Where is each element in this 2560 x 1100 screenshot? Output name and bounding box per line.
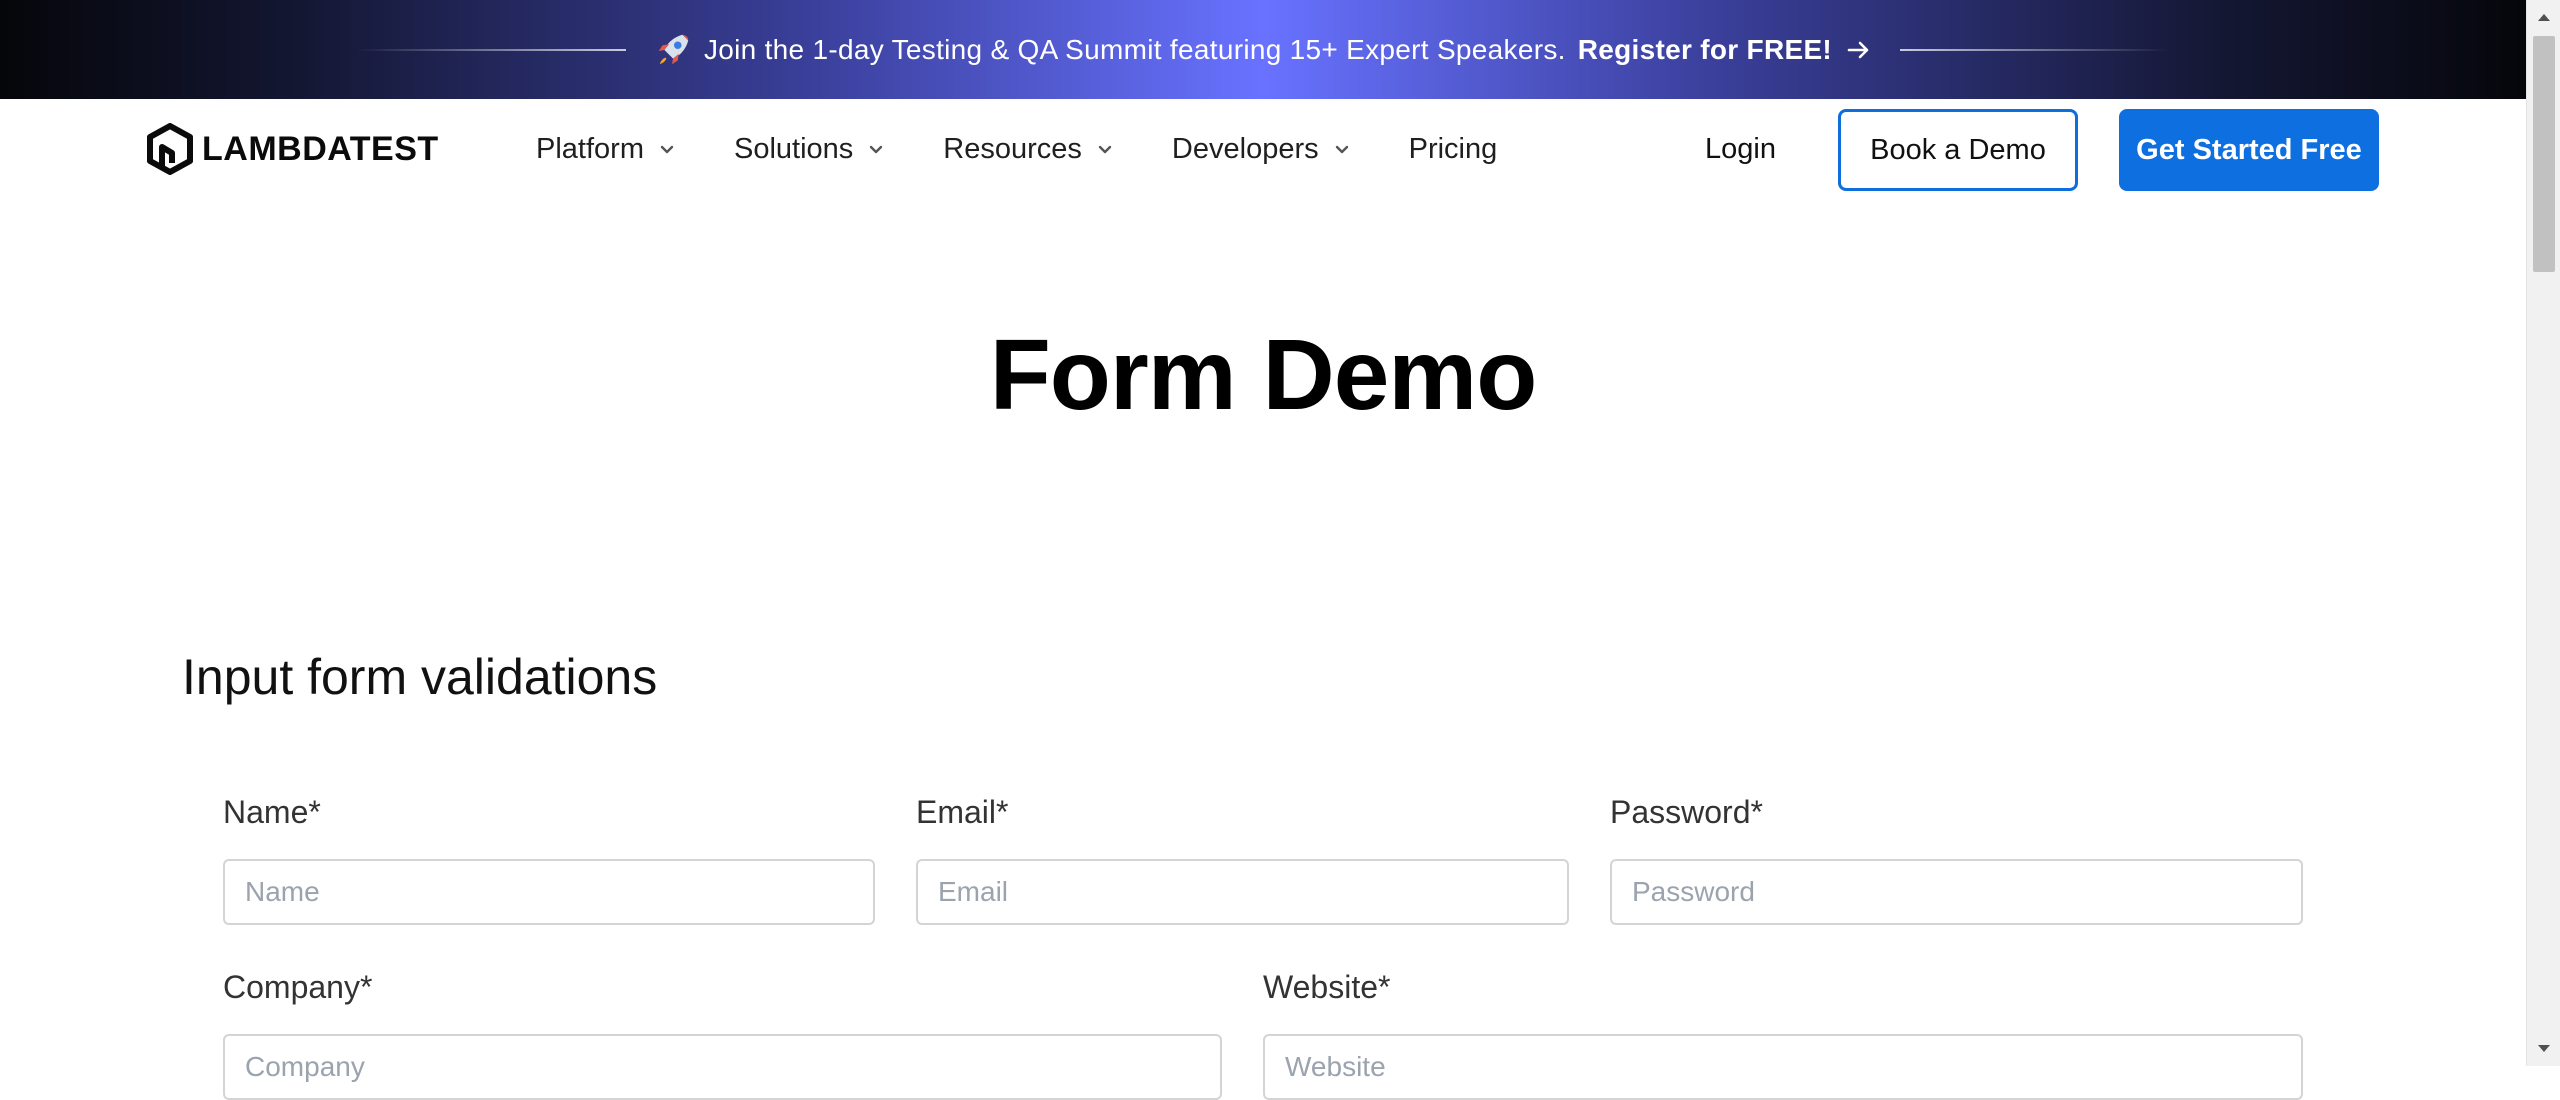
chevron-down-icon (1098, 145, 1112, 154)
page-title: Form Demo (989, 319, 1538, 431)
nav-item-label: Solutions (733, 132, 854, 165)
nav-item-label: Developers (1171, 132, 1319, 165)
lambdatest-logo[interactable]: LAMBDATEST (146, 123, 439, 175)
name-input[interactable] (223, 859, 875, 925)
site-header: LAMBDATEST Platform Solutions Resources … (0, 99, 2526, 199)
scroll-up-icon[interactable] (2527, 0, 2560, 34)
page-scrollbar[interactable] (2526, 0, 2560, 1066)
nav-item-resources[interactable]: Resources (943, 133, 1114, 166)
email-input[interactable] (916, 859, 1569, 925)
get-started-button[interactable]: Get Started Free (2119, 109, 2379, 191)
lambdatest-logo-icon (147, 123, 193, 175)
company-label: Company* (223, 969, 373, 1005)
banner-divider-left (355, 48, 626, 51)
nav-item-platform[interactable]: Platform (536, 133, 676, 166)
website-label: Website* (1263, 969, 1391, 1005)
scroll-down-icon[interactable] (2527, 1032, 2560, 1066)
name-label: Name* (223, 794, 321, 830)
company-input[interactable] (223, 1034, 1222, 1100)
book-demo-button[interactable]: Book a Demo (1838, 109, 2078, 191)
rocket-icon (658, 34, 689, 64)
main-nav: Platform Solutions Resources Developers … (536, 99, 1555, 199)
email-label: Email* (916, 794, 1009, 830)
banner-divider-right (1900, 48, 2171, 51)
scrollbar-thumb[interactable] (2533, 36, 2555, 272)
chevron-down-icon (1335, 145, 1348, 154)
nav-item-solutions[interactable]: Solutions (734, 133, 885, 166)
nav-item-pricing[interactable]: Pricing (1409, 133, 1498, 166)
chevron-down-icon (870, 145, 883, 154)
nav-item-developers[interactable]: Developers (1172, 133, 1351, 166)
nav-item-label: Resources (943, 132, 1082, 165)
chevron-down-icon (660, 145, 674, 154)
banner-content[interactable]: Join the 1-day Testing & QA Summit featu… (654, 31, 1872, 69)
banner-text: Join the 1-day Testing & QA Summit featu… (703, 33, 1566, 65)
password-label: Password* (1610, 794, 1763, 830)
arrow-right-icon[interactable] (1846, 37, 1872, 63)
nav-item-label: Pricing (1408, 132, 1498, 165)
website-input[interactable] (1263, 1034, 2303, 1100)
section-title: Input form validations (182, 649, 658, 705)
announcement-banner[interactable]: Join the 1-day Testing & QA Summit featu… (0, 0, 2526, 99)
nav-item-label: Platform (536, 132, 644, 165)
password-input[interactable] (1610, 859, 2303, 925)
login-link[interactable]: Login (1705, 129, 1776, 169)
register-link[interactable]: Register for FREE! (1578, 34, 1832, 66)
logo-text: LAMBDATEST (202, 129, 439, 168)
